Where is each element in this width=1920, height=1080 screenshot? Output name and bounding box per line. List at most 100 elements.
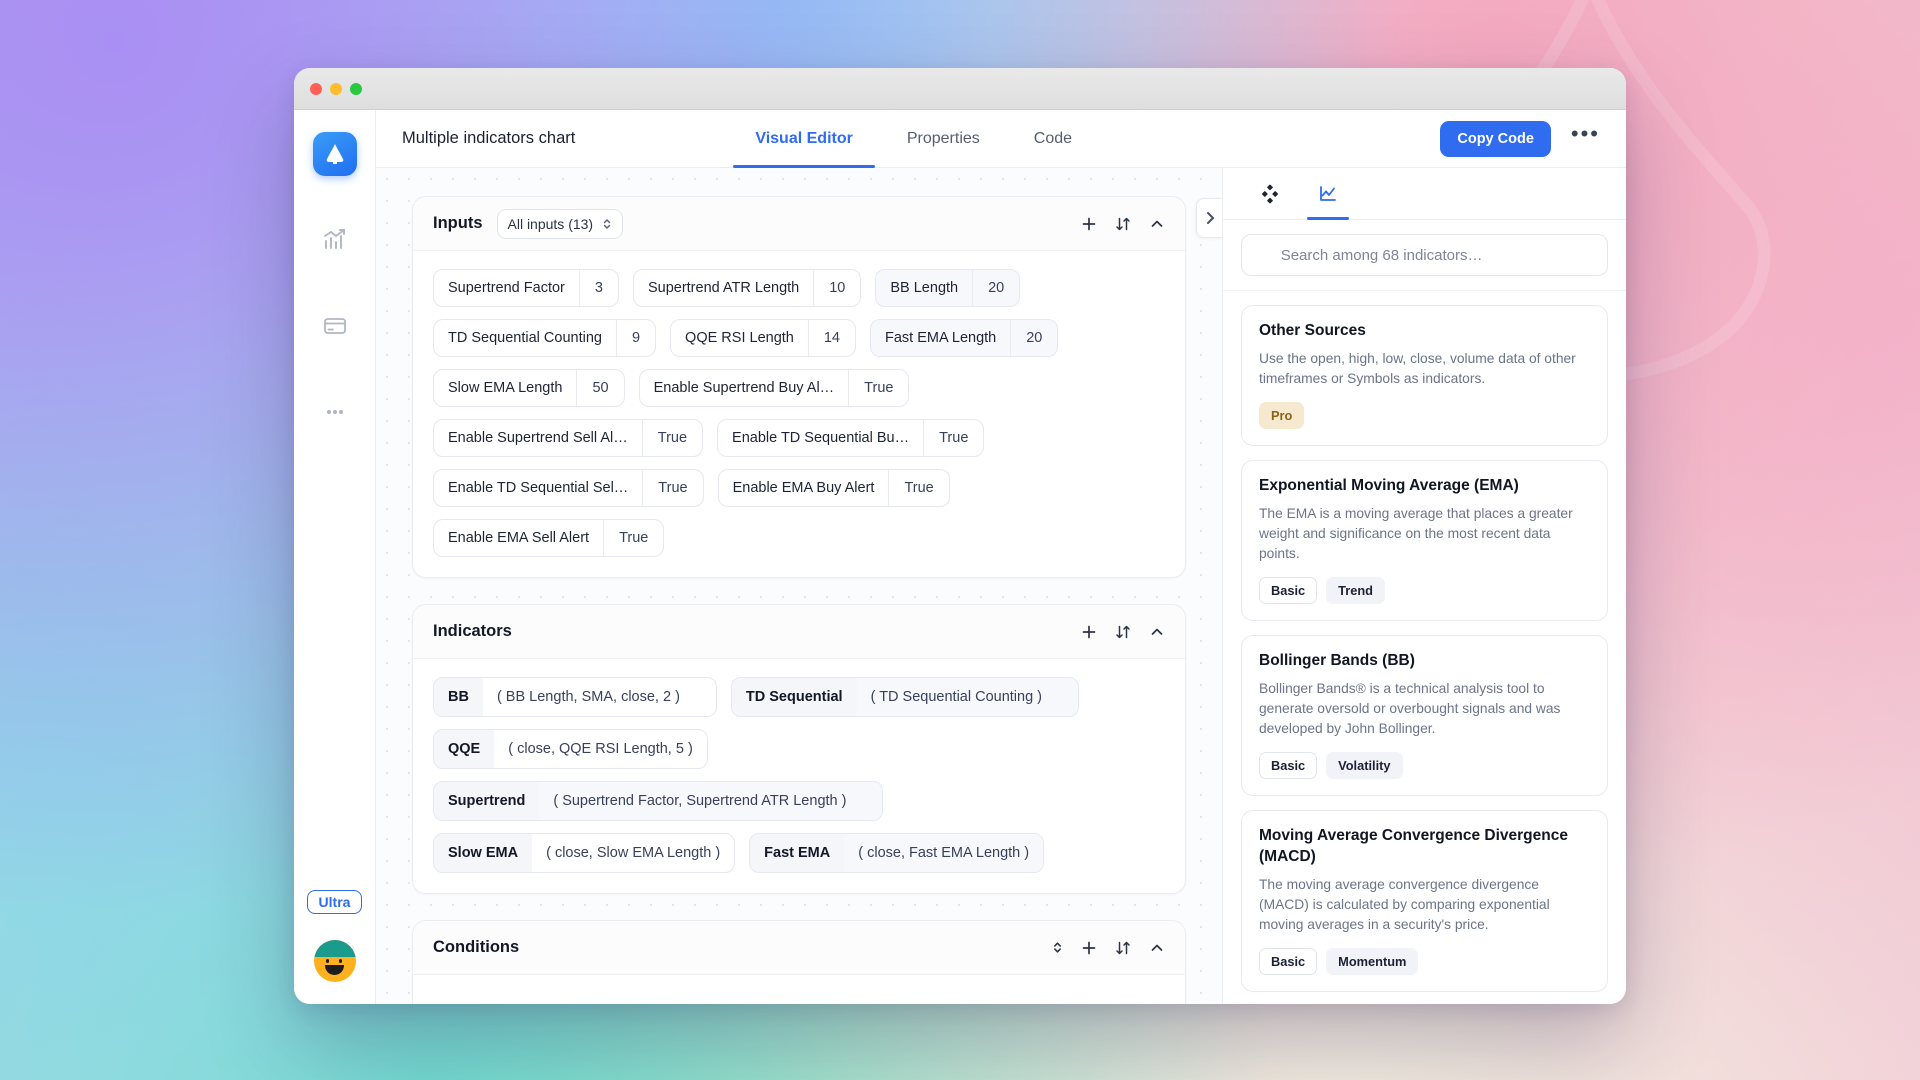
alert-bell-icon-wrap[interactable] [1050, 690, 1064, 704]
input-chip[interactable]: Enable Supertrend Sell Al… True [433, 419, 704, 457]
indicator-chip[interactable]: Supertrend ( Supertrend Factor, Supertren… [433, 781, 884, 821]
input-chip-value[interactable]: 3 [578, 270, 618, 306]
sort-icon [1116, 217, 1130, 230]
alert-bell-icon-wrap[interactable] [854, 794, 868, 808]
editor-tabs: Visual Editor Properties Code [733, 110, 1094, 168]
tab-code[interactable]: Code [1012, 110, 1094, 167]
indicator-chip-args: ( Supertrend Factor, Supertrend ATR Leng… [553, 793, 847, 809]
input-chip-value[interactable]: 10 [813, 270, 860, 306]
pine-tree-logo[interactable] [312, 132, 357, 176]
conditions-body [413, 975, 1185, 1004]
ultra-plan-badge[interactable]: Ultra [306, 890, 363, 914]
sidebar-item-billing[interactable] [313, 304, 357, 348]
indicator-library-panel: Other Sources Use the open, high, low, cl… [1222, 168, 1626, 1004]
conditions-add-icon[interactable] [1081, 940, 1097, 956]
indicator-chip-args-wrap[interactable]: ( BB Length, SMA, close, 2 ) [483, 678, 716, 716]
chart-bars-icon [323, 229, 345, 249]
inputs-collapse-icon[interactable] [1149, 216, 1165, 232]
input-chip[interactable]: Enable EMA Sell Alert True [433, 519, 665, 557]
input-chip[interactable]: BB Length 20 [875, 269, 1021, 307]
indicators-sort-icon[interactable] [1115, 624, 1131, 640]
badge[interactable]: Basic [1259, 947, 1318, 975]
input-chip-label: Fast EMA Length [885, 330, 997, 346]
inputs-sort-icon[interactable] [1115, 216, 1131, 232]
avatar[interactable] [313, 940, 356, 982]
indicator-chip-args: ( close, Fast EMA Length ) [858, 845, 1030, 861]
input-chip[interactable]: Fast EMA Length 20 [870, 319, 1059, 357]
indicator-chip[interactable]: TD Sequential ( TD Sequential Counting ) [730, 677, 1080, 717]
input-chip[interactable]: Supertrend Factor 3 [433, 269, 619, 307]
indicator-chip[interactable]: QQE ( close, QQE RSI Length, 5 ) [433, 729, 708, 769]
indicator-library-card[interactable]: Exponential Moving Average (EMA) The EMA … [1241, 460, 1608, 622]
badge[interactable]: Pro [1259, 402, 1305, 430]
input-chip-value[interactable]: True [603, 520, 663, 556]
indicator-chip[interactable]: BB ( BB Length, SMA, close, 2 ) [433, 677, 717, 717]
sort-icon [1116, 941, 1130, 954]
indicators-add-icon[interactable] [1081, 624, 1097, 640]
tab-properties[interactable]: Properties [885, 110, 1002, 167]
indicator-chip-args-wrap[interactable]: ( close, QQE RSI Length, 5 ) [494, 730, 707, 768]
sidebar-item-charts[interactable] [313, 218, 357, 262]
search-input[interactable] [1280, 246, 1594, 264]
input-chip-value[interactable]: True [848, 370, 908, 406]
input-chip[interactable]: Enable TD Sequential Sel… True [433, 469, 704, 507]
tab-indicators[interactable] [1299, 168, 1357, 220]
indicator-chip-args-wrap[interactable]: ( close, Slow EMA Length ) [532, 834, 734, 872]
input-chip[interactable]: TD Sequential Counting 9 [433, 319, 657, 357]
indicator-library-card[interactable]: Moving Average Convergence Divergence (M… [1241, 810, 1608, 992]
input-chip[interactable]: Enable Supertrend Buy Al… True [638, 369, 910, 407]
badge[interactable]: Basic [1259, 577, 1318, 605]
minimize-window-button[interactable] [330, 82, 342, 95]
tab-blocks[interactable] [1241, 168, 1299, 219]
indicators-card-header: Indicators [413, 605, 1185, 659]
input-chip-label: Enable Supertrend Buy Al… [653, 380, 835, 396]
close-window-button[interactable] [310, 82, 322, 95]
indicator-library-card[interactable]: Bollinger Bands (BB) Bollinger Bands® is … [1241, 635, 1608, 797]
indicator-chip-args-wrap[interactable]: ( close, Fast EMA Length ) [844, 834, 1044, 872]
inputs-add-icon[interactable] [1081, 216, 1097, 232]
indicator-chip[interactable]: Slow EMA ( close, Slow EMA Length ) [433, 833, 736, 873]
input-chip-value[interactable]: 14 [807, 320, 855, 356]
indicator-card-description: Use the open, high, low, close, volume d… [1259, 351, 1576, 387]
input-chip[interactable]: QQE RSI Length 14 [670, 319, 856, 357]
input-chip-value[interactable]: True [641, 420, 702, 456]
badge[interactable]: Momentum [1326, 947, 1419, 975]
input-chip-value[interactable]: True [642, 470, 702, 506]
input-chip-value[interactable]: True [923, 420, 983, 456]
conditions-sort-icon[interactable] [1115, 940, 1131, 956]
copy-code-button[interactable]: Copy Code [1440, 120, 1551, 157]
input-chip[interactable]: Enable EMA Buy Alert True [717, 469, 950, 507]
indicator-chip-args: ( close, Slow EMA Length ) [546, 845, 721, 861]
conditions-stepper-icon[interactable] [1052, 940, 1063, 955]
inputs-filter-select[interactable]: All inputs (13) [496, 208, 624, 239]
inputs-filter-label: All inputs (13) [507, 215, 594, 232]
input-chip-value[interactable]: 9 [615, 320, 655, 356]
indicator-chip[interactable]: Fast EMA ( close, Fast EMA Length ) [749, 833, 1045, 873]
alert-bell-icon-wrap[interactable] [688, 690, 702, 704]
add-icon [1082, 217, 1096, 230]
input-chip[interactable]: Supertrend ATR Length 10 [632, 269, 862, 307]
input-chip-value[interactable]: 50 [576, 370, 623, 406]
badge[interactable]: Basic [1259, 752, 1318, 780]
input-chip-value[interactable]: 20 [1010, 320, 1057, 356]
input-chip[interactable]: Enable TD Sequential Bu… True [717, 419, 985, 457]
indicators-collapse-icon[interactable] [1149, 624, 1165, 640]
input-chip[interactable]: Slow EMA Length 50 [433, 369, 625, 407]
top-toolbar: Multiple indicators chart Visual Editor … [376, 110, 1626, 168]
editor-canvas: Inputs All inputs (13) Supertrend Factor… [376, 168, 1222, 1004]
badge[interactable]: Trend [1326, 577, 1385, 605]
indicator-chip-args-wrap[interactable]: ( TD Sequential Counting ) [856, 678, 1079, 716]
collapse-panel-button[interactable] [1196, 198, 1222, 238]
input-chip-value[interactable]: True [888, 470, 948, 506]
badge[interactable]: Volatility [1326, 752, 1403, 780]
conditions-collapse-icon[interactable] [1149, 940, 1165, 956]
maximize-window-button[interactable] [350, 82, 362, 95]
input-chip-value[interactable]: 20 [972, 270, 1019, 306]
search-box[interactable] [1241, 234, 1608, 276]
sidebar-item-more[interactable] [313, 390, 357, 434]
indicator-library-card[interactable]: Other Sources Use the open, high, low, cl… [1241, 305, 1608, 447]
kebab-menu-icon[interactable]: ••• [1565, 122, 1606, 149]
indicator-chip-args-wrap[interactable]: ( Supertrend Factor, Supertrend ATR Leng… [539, 782, 883, 820]
chevron-up-icon [1151, 220, 1163, 227]
tab-visual-editor[interactable]: Visual Editor [733, 110, 875, 168]
